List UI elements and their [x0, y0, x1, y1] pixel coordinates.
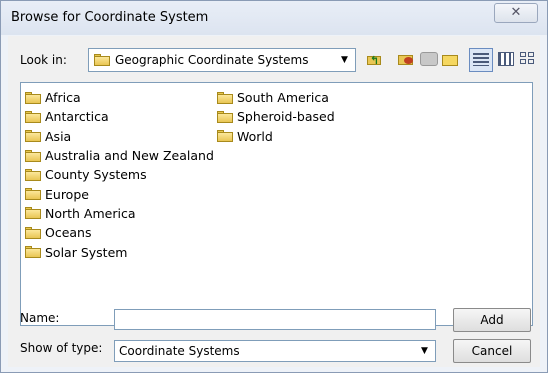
list-item[interactable]: Africa — [25, 88, 214, 107]
show-of-type-dropdown[interactable]: Coordinate Systems ▼ — [114, 340, 436, 362]
folder-label: Europe — [45, 186, 89, 202]
new-folder-icon — [442, 52, 460, 66]
list-item[interactable]: Solar System — [25, 242, 214, 261]
folder-icon — [25, 110, 41, 123]
thumbnails-view-button[interactable] — [515, 48, 539, 72]
list-item[interactable]: County Systems — [25, 165, 214, 184]
folder-label: Oceans — [45, 225, 92, 241]
folder-icon — [217, 110, 233, 123]
disconnect-from-folder-button[interactable] — [417, 48, 441, 72]
details-view-icon — [498, 52, 514, 66]
folder-column-2: South America Spheroid-based World — [217, 88, 335, 146]
close-icon: ✕ — [510, 5, 522, 20]
list-item[interactable]: Oceans — [25, 223, 214, 242]
show-of-type-label: Show of type: — [20, 341, 103, 355]
chevron-down-icon[interactable]: ▼ — [416, 343, 433, 359]
name-label: Name: — [20, 311, 60, 325]
folder-label: County Systems — [45, 167, 147, 183]
look-in-label: Look in: — [20, 53, 67, 67]
list-item[interactable]: Australia and New Zealand — [25, 146, 214, 165]
list-item[interactable]: Asia — [25, 127, 214, 146]
new-folder-button[interactable] — [439, 48, 463, 72]
list-item[interactable]: Spheroid-based — [217, 107, 335, 126]
show-of-type-value: Coordinate Systems — [119, 344, 240, 358]
browse-dialog: Browse for Coordinate System ✕ Look in: … — [0, 0, 548, 373]
look-in-dropdown[interactable]: Geographic Coordinate Systems ▼ — [88, 48, 356, 72]
list-item[interactable]: Antarctica — [25, 107, 214, 126]
folder-label: South America — [237, 90, 329, 106]
thumbnails-view-icon — [519, 52, 535, 66]
title-bar: Browse for Coordinate System ✕ — [1, 1, 547, 35]
folder-icon — [217, 91, 233, 104]
folder-label: Africa — [45, 90, 81, 106]
folder-label: Spheroid-based — [237, 109, 335, 125]
chevron-down-icon[interactable]: ▼ — [336, 51, 353, 69]
folder-label: Australia and New Zealand — [45, 148, 214, 164]
up-one-level-button[interactable]: ↰ — [363, 48, 387, 72]
folder-label: North America — [45, 205, 136, 221]
folder-icon — [94, 54, 110, 66]
connect-folder-icon — [398, 52, 416, 66]
folder-icon — [25, 188, 41, 201]
cancel-button[interactable]: Cancel — [453, 339, 531, 363]
folder-column-1: Africa Antarctica Asia Australia and New… — [25, 88, 214, 262]
folder-list[interactable]: Africa Antarctica Asia Australia and New… — [20, 82, 533, 326]
folder-icon — [25, 149, 41, 162]
list-item[interactable]: North America — [25, 204, 214, 223]
list-item[interactable]: Europe — [25, 184, 214, 203]
dialog-title: Browse for Coordinate System — [11, 10, 209, 25]
name-field[interactable] — [114, 309, 436, 330]
folder-label: Antarctica — [45, 109, 109, 125]
list-view-button[interactable] — [469, 48, 493, 72]
disconnect-icon — [420, 52, 438, 66]
look-in-value: Geographic Coordinate Systems — [115, 53, 309, 67]
add-button[interactable]: Add — [453, 308, 531, 332]
folder-label: Asia — [45, 128, 72, 144]
connect-to-folder-button[interactable] — [395, 48, 419, 72]
list-item[interactable]: South America — [217, 88, 335, 107]
list-view-icon — [473, 53, 489, 66]
folder-icon — [25, 130, 41, 143]
folder-label: Solar System — [45, 244, 128, 260]
list-item[interactable]: World — [217, 127, 335, 146]
folder-icon — [25, 207, 41, 220]
folder-icon — [25, 226, 41, 239]
folder-icon — [25, 168, 41, 181]
folder-icon — [217, 130, 233, 143]
folder-label: World — [237, 128, 273, 144]
dialog-body: Look in: Geographic Coordinate Systems ▼… — [8, 36, 540, 367]
close-button[interactable]: ✕ — [494, 3, 538, 23]
folder-icon — [25, 91, 41, 104]
folder-icon — [25, 246, 41, 259]
folder-up-icon: ↰ — [367, 52, 383, 67]
